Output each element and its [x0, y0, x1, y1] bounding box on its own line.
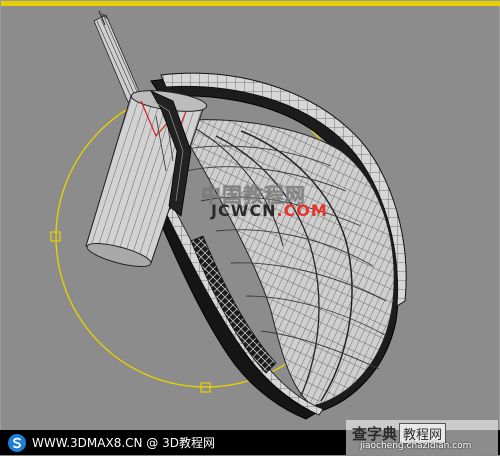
viewport[interactable]: 中国教程网 JCWCN.COM	[0, 0, 500, 455]
corner-watermark-url: jiaocheng.chazidian.com	[360, 441, 472, 451]
s-swirl-icon	[8, 433, 26, 452]
scene-3d-view[interactable]	[1, 1, 500, 456]
antenna-mesh	[93, 10, 142, 103]
watermark-brand-part-a: JCWCN	[211, 201, 277, 220]
footer-site-text: WWW.3DMAX8.CN @ 3D教程网	[32, 436, 216, 450]
footer-site-info: WWW.3DMAX8.CN @ 3D教程网	[8, 433, 215, 452]
watermark-brand: JCWCN.COM	[211, 201, 328, 220]
watermark-brand-part-b: .COM	[276, 201, 328, 220]
